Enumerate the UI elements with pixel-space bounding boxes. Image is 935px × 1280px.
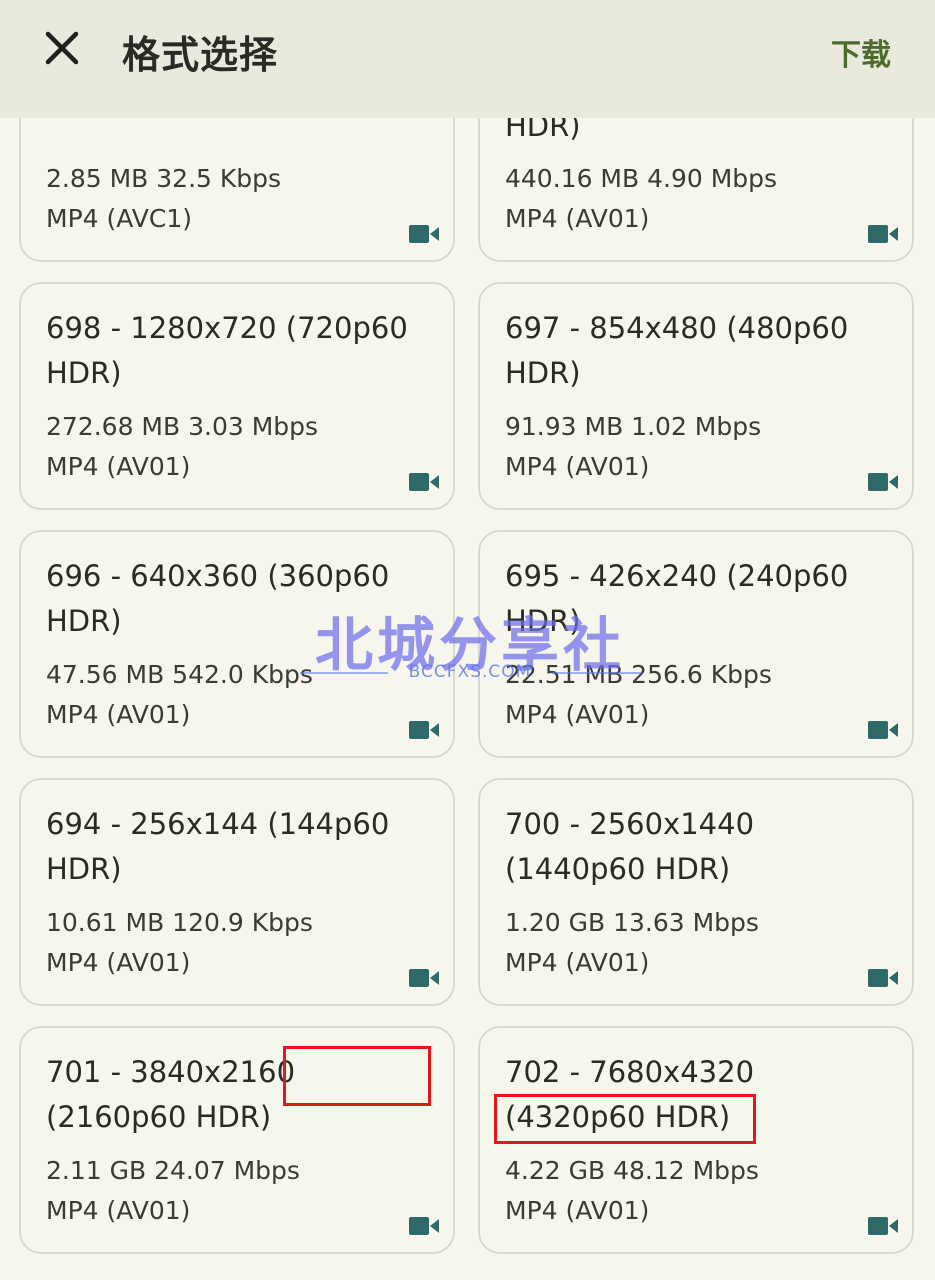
format-codec: MP4 (AV01): [505, 452, 650, 481]
format-card[interactable]: 701 - 3840x2160 (2160p60 HDR) 2.11 GB 24…: [19, 1026, 455, 1254]
format-card[interactable]: 694 - 256x144 (144p60 HDR) 10.61 MB 120.…: [19, 778, 455, 1006]
download-button[interactable]: 下载: [831, 30, 891, 74]
format-size: 2.85 MB 32.5 Kbps: [46, 164, 282, 193]
format-codec: MP4 (AV01): [505, 948, 650, 977]
format-card[interactable]: 695 - 426x240 (240p60 HDR) 22.51 MB 256.…: [478, 530, 914, 758]
video-camera-icon: [868, 224, 898, 244]
format-list[interactable]: 2.85 MB 32.5 Kbps MP4 (AVC1) HDR) 440.16…: [0, 0, 935, 1280]
format-card[interactable]: 697 - 854x480 (480p60 HDR) 91.93 MB 1.02…: [478, 282, 914, 510]
format-title: 697 - 854x480 (480p60 HDR): [505, 311, 849, 390]
format-size: 1.20 GB 13.63 Mbps: [505, 908, 759, 937]
format-size: 47.56 MB 542.0 Kbps: [46, 660, 313, 689]
video-camera-icon: [868, 1216, 898, 1236]
video-camera-icon: [409, 1216, 439, 1236]
format-card[interactable]: 700 - 2560x1440 (1440p60 HDR) 1.20 GB 13…: [478, 778, 914, 1006]
video-camera-icon: [409, 472, 439, 492]
format-size: 91.93 MB 1.02 Mbps: [505, 412, 762, 441]
format-title: 701 - 3840x2160 (2160p60 HDR): [46, 1055, 296, 1134]
format-codec: MP4 (AV01): [505, 1196, 650, 1225]
close-button[interactable]: [40, 26, 84, 70]
format-codec: MP4 (AV01): [505, 700, 650, 729]
format-title: 696 - 640x360 (360p60 HDR): [46, 559, 390, 638]
video-camera-icon: [868, 472, 898, 492]
video-camera-icon: [409, 224, 439, 244]
format-size: 4.22 GB 48.12 Mbps: [505, 1156, 759, 1185]
video-camera-icon: [868, 720, 898, 740]
format-codec: MP4 (AV01): [46, 948, 191, 977]
format-size: 22.51 MB 256.6 Kbps: [505, 660, 772, 689]
close-icon: [40, 26, 84, 70]
format-title: 694 - 256x144 (144p60 HDR): [46, 807, 390, 886]
format-card[interactable]: 702 - 7680x4320 (4320p60 HDR) 4.22 GB 48…: [478, 1026, 914, 1254]
format-codec: MP4 (AVC1): [46, 204, 192, 233]
video-camera-icon: [868, 968, 898, 988]
format-codec: MP4 (AV01): [46, 700, 191, 729]
page-title: 格式选择: [122, 33, 279, 77]
format-title: 695 - 426x240 (240p60 HDR): [505, 559, 849, 638]
app-bar: 格式选择 下载: [0, 0, 935, 118]
format-size: 10.61 MB 120.9 Kbps: [46, 908, 313, 937]
format-size: 440.16 MB 4.90 Mbps: [505, 164, 778, 193]
video-camera-icon: [409, 720, 439, 740]
format-title: 702 - 7680x4320 (4320p60 HDR): [505, 1055, 755, 1134]
format-card[interactable]: 698 - 1280x720 (720p60 HDR) 272.68 MB 3.…: [19, 282, 455, 510]
video-camera-icon: [409, 968, 439, 988]
format-title: 698 - 1280x720 (720p60 HDR): [46, 311, 408, 390]
format-codec: MP4 (AV01): [46, 452, 191, 481]
format-title: 700 - 2560x1440 (1440p60 HDR): [505, 807, 755, 886]
format-codec: MP4 (AV01): [46, 1196, 191, 1225]
format-card[interactable]: 696 - 640x360 (360p60 HDR) 47.56 MB 542.…: [19, 530, 455, 758]
format-size: 2.11 GB 24.07 Mbps: [46, 1156, 300, 1185]
format-size: 272.68 MB 3.03 Mbps: [46, 412, 319, 441]
format-codec: MP4 (AV01): [505, 204, 650, 233]
